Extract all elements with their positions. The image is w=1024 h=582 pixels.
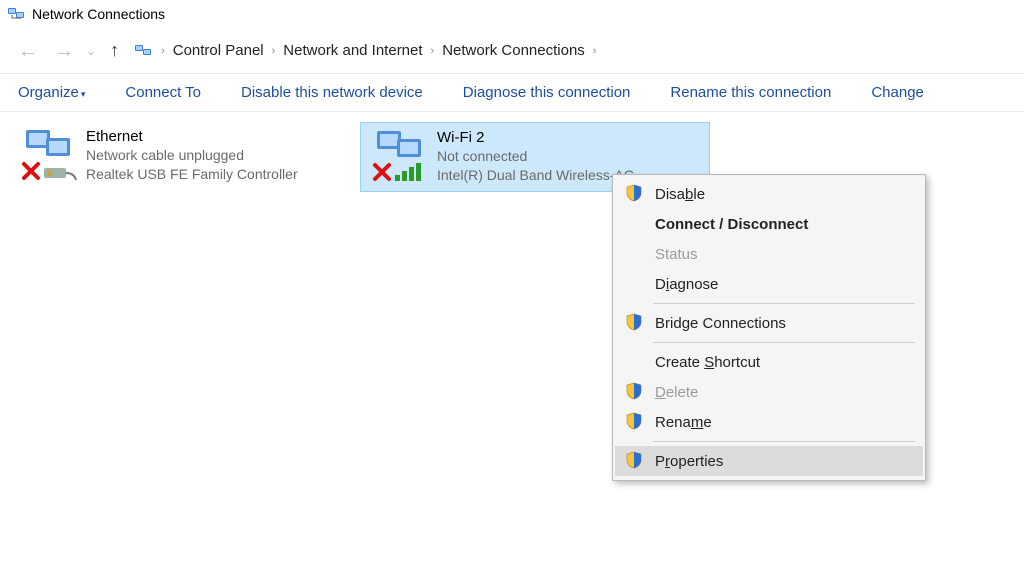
menu-label: Rename [655, 414, 712, 431]
connect-to-button[interactable]: Connect To [125, 84, 201, 101]
adapter-name: Ethernet [86, 128, 350, 145]
window-title: Network Connections [32, 6, 165, 22]
navbar: ← → ⌄ ↑ › Control Panel › Network and In… [0, 28, 1024, 74]
menu-label: Diagnose [655, 276, 718, 293]
rename-connection-button[interactable]: Rename this connection [670, 84, 831, 101]
disable-device-button[interactable]: Disable this network device [241, 84, 423, 101]
shield-icon [625, 451, 649, 471]
folder-icon [135, 43, 153, 59]
adapter-name: Wi-Fi 2 [437, 129, 699, 146]
menu-label: Properties [655, 453, 723, 470]
no-icon [625, 244, 649, 264]
chevron-right-icon[interactable]: › [429, 45, 437, 57]
addressbar[interactable]: › Control Panel › Network and Internet ›… [135, 42, 1014, 59]
shield-icon [625, 382, 649, 402]
caret-down-icon: ▾ [81, 89, 86, 99]
back-button[interactable]: ← [10, 41, 46, 61]
diagnose-connection-button[interactable]: Diagnose this connection [463, 84, 631, 101]
no-icon [625, 214, 649, 234]
separator [653, 303, 915, 304]
breadcrumb-network-and-internet[interactable]: Network and Internet [277, 42, 428, 59]
menu-delete: Delete [615, 377, 923, 407]
menu-label: Connect / Disconnect [655, 216, 808, 233]
network-adapter-icon [371, 129, 431, 185]
menu-label: Disable [655, 186, 705, 203]
context-menu: Disable Connect / Disconnect Status Diag… [612, 174, 926, 481]
menu-disable[interactable]: Disable [615, 179, 923, 209]
menu-create-shortcut[interactable]: Create Shortcut [615, 347, 923, 377]
adapter-ethernet[interactable]: Ethernet Network cable unplugged Realtek… [10, 122, 360, 192]
toolbar: Organize▾ Connect To Disable this networ… [0, 74, 1024, 112]
separator [653, 342, 915, 343]
adapter-device: Realtek USB FE Family Controller [86, 165, 350, 184]
separator [653, 441, 915, 442]
adapter-status: Network cable unplugged [86, 146, 350, 165]
shield-icon [625, 184, 649, 204]
menu-label: Create Shortcut [655, 354, 760, 371]
menu-label: Status [655, 246, 698, 263]
network-connections-icon [8, 6, 26, 22]
chevron-right-icon[interactable]: › [159, 45, 167, 57]
menu-properties[interactable]: Properties [615, 446, 923, 476]
menu-diagnose[interactable]: Diagnose [615, 269, 923, 299]
chevron-right-icon[interactable]: › [591, 45, 599, 57]
adapter-status: Not connected [437, 147, 699, 166]
organize-button[interactable]: Organize▾ [18, 84, 85, 101]
menu-label: Delete [655, 384, 698, 401]
titlebar: Network Connections [0, 0, 1024, 28]
menu-connect-disconnect[interactable]: Connect / Disconnect [615, 209, 923, 239]
menu-status: Status [615, 239, 923, 269]
change-button[interactable]: Change [871, 84, 924, 101]
network-adapter-icon [20, 128, 80, 184]
breadcrumb-network-connections[interactable]: Network Connections [436, 42, 591, 59]
forward-button[interactable]: → [46, 41, 82, 61]
menu-label: Bridge Connections [655, 315, 786, 332]
no-icon [625, 274, 649, 294]
shield-icon [625, 412, 649, 432]
shield-icon [625, 313, 649, 333]
menu-bridge-connections[interactable]: Bridge Connections [615, 308, 923, 338]
menu-rename[interactable]: Rename [615, 407, 923, 437]
recent-locations-button[interactable]: ⌄ [82, 45, 100, 57]
breadcrumb-control-panel[interactable]: Control Panel [167, 42, 270, 59]
up-button[interactable]: ↑ [100, 40, 129, 61]
chevron-right-icon[interactable]: › [270, 45, 278, 57]
no-icon [625, 352, 649, 372]
